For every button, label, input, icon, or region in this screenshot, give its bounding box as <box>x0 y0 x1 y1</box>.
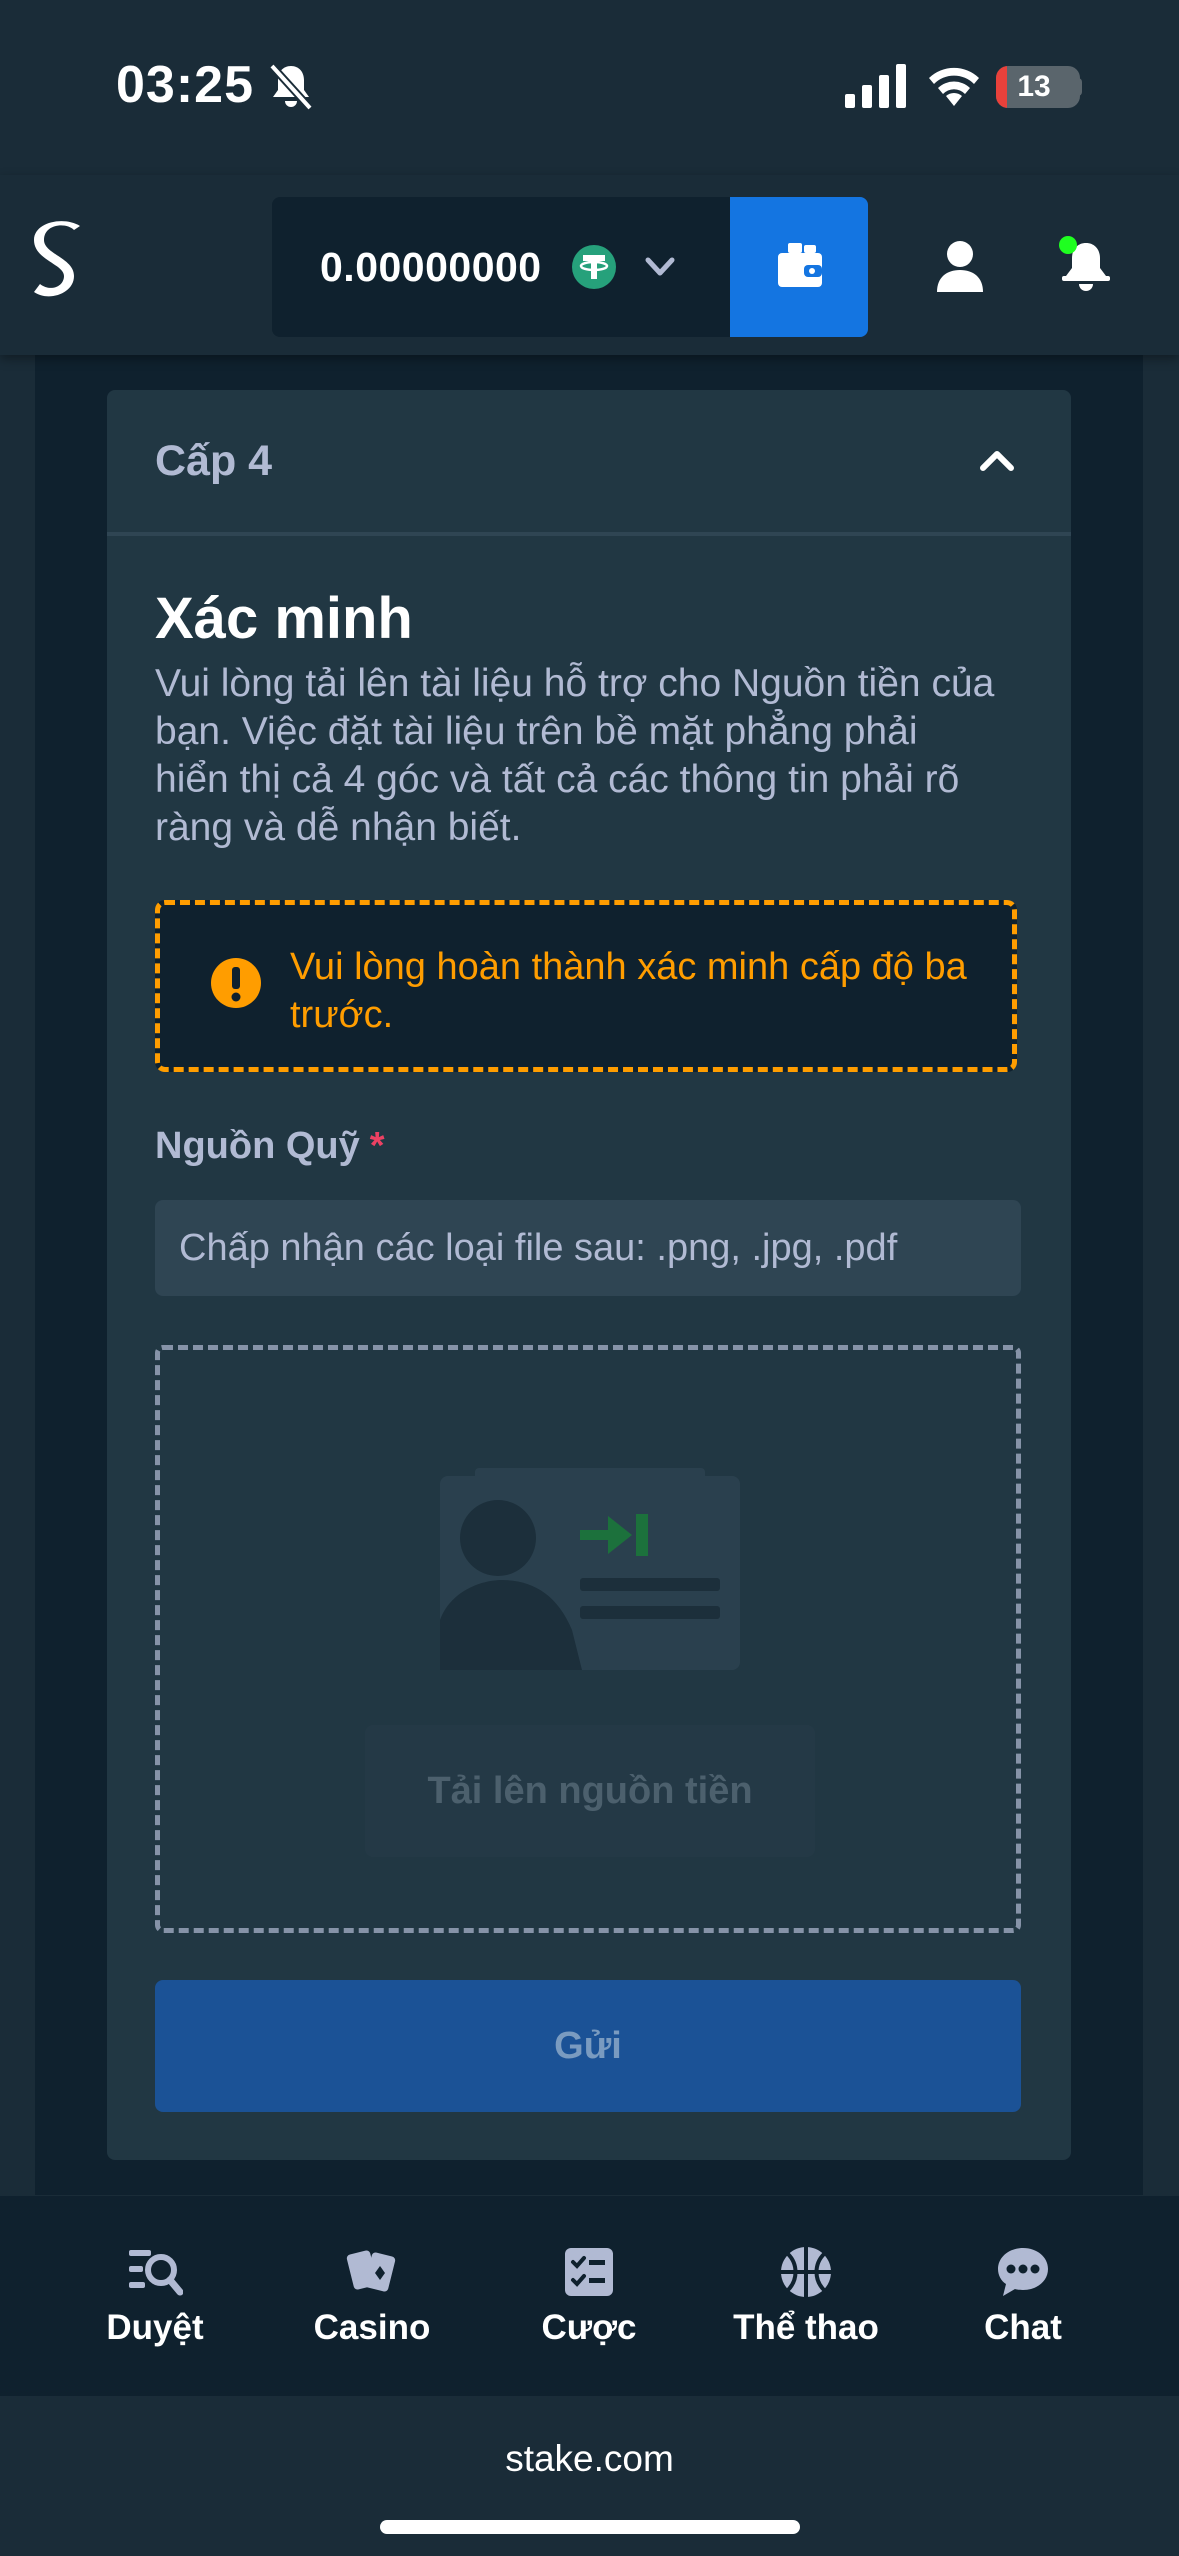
tether-icon <box>572 245 616 289</box>
nav-item-chat[interactable]: Chat <box>923 2196 1123 2396</box>
wallet-icon <box>778 243 822 287</box>
chevron-up-icon[interactable] <box>977 442 1017 478</box>
section-title: Xác minh <box>155 586 413 651</box>
submit-button[interactable]: Gửi <box>155 1980 1021 2112</box>
battery-cap <box>1076 78 1082 96</box>
status-bar: 03:25 13 <box>0 0 1179 175</box>
source-of-funds-label: Nguồn Quỹ * <box>155 1125 385 1168</box>
nav-item-bets[interactable]: Cược <box>489 2196 689 2396</box>
balance-amount: 0.00000000 <box>320 244 542 290</box>
nav-label: Thể thao <box>733 2308 879 2347</box>
battery-icon: 13 <box>996 66 1080 108</box>
notifications-icon[interactable] <box>1058 235 1114 293</box>
warning-icon <box>211 958 261 1008</box>
chat-icon <box>998 2248 1048 2296</box>
id-card-icon <box>440 1468 740 1670</box>
verification-card: Cấp 4 Xác minh Vui lòng tải lên tài liệu… <box>107 390 1071 2160</box>
betslip-icon <box>565 2248 613 2296</box>
nav-item-casino[interactable]: Casino <box>272 2196 472 2396</box>
user-profile-icon[interactable] <box>935 240 985 292</box>
wallet-button[interactable] <box>730 197 868 337</box>
wifi-icon <box>929 67 979 106</box>
stake-logo-icon[interactable] <box>28 220 90 308</box>
battery-level: 13 <box>1017 70 1051 103</box>
cards-icon <box>346 2250 396 2292</box>
bottom-navigation: Duyệt Casino Cược Thể thao Chat <box>0 2196 1179 2396</box>
nav-label: Cược <box>541 2308 637 2347</box>
warning-text: Vui lòng hoàn thành xác minh cấp độ ba t… <box>290 946 967 1036</box>
chevron-down-icon[interactable] <box>642 252 678 282</box>
top-header: 0.00000000 <box>0 175 1179 355</box>
nav-label: Chat <box>984 2308 1062 2347</box>
section-description: Vui lòng tải lên tài liệu hỗ trợ cho Ngu… <box>155 662 995 849</box>
bell-off-icon <box>269 63 313 111</box>
url-text: stake.com <box>505 2438 674 2479</box>
nav-item-browse[interactable]: Duyệt <box>55 2196 255 2396</box>
field-label-text: Nguồn Quỹ <box>155 1125 360 1167</box>
nav-item-sports[interactable]: Thể thao <box>706 2196 906 2396</box>
warning-banner: Vui lòng hoàn thành xác minh cấp độ ba t… <box>155 900 1017 1072</box>
status-time: 03:25 <box>116 56 254 114</box>
required-mark: * <box>369 1125 385 1167</box>
upload-dropzone[interactable]: Tải lên nguồn tiền <box>155 1345 1021 1933</box>
balance-selector[interactable]: 0.00000000 <box>272 197 732 337</box>
level-title: Cấp 4 <box>155 437 273 485</box>
signal-icon <box>845 64 906 108</box>
browser-url-bar[interactable]: stake.com <box>0 2396 1179 2556</box>
upload-source-button[interactable]: Tải lên nguồn tiền <box>365 1725 815 1857</box>
nav-label: Duyệt <box>106 2308 204 2347</box>
nav-label: Casino <box>313 2308 431 2347</box>
level-accordion-header[interactable]: Cấp 4 <box>107 390 1071 536</box>
file-types-hint: Chấp nhận các loại file sau: .png, .jpg,… <box>155 1200 1021 1296</box>
home-indicator <box>380 2520 800 2534</box>
browse-icon <box>129 2250 183 2296</box>
basketball-icon <box>781 2247 831 2297</box>
